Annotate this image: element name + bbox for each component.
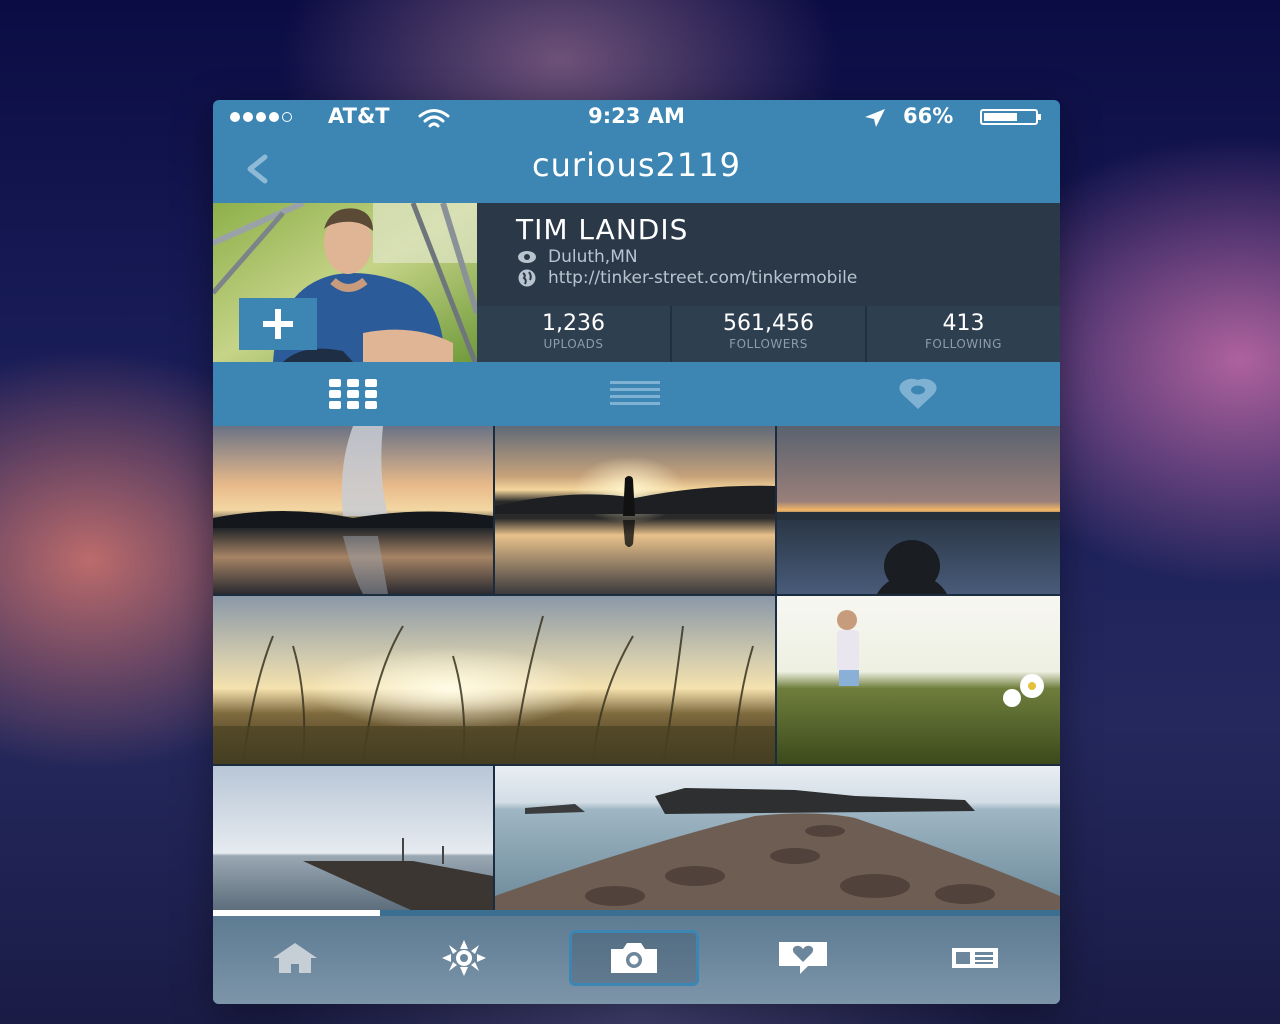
tab-home[interactable] [230, 930, 360, 986]
heart-message-icon [779, 942, 827, 974]
tab-map-view[interactable] [838, 362, 998, 426]
profile-website[interactable]: http://tinker-street.com/tinkermobile [516, 268, 857, 288]
status-bar: AT&T 9:23 AM 66% [213, 100, 1060, 134]
tab-activity[interactable] [738, 930, 868, 986]
followers-count: 561,456 [723, 311, 814, 336]
globe-icon [516, 268, 538, 288]
battery-percent: 66% [903, 104, 954, 128]
page-title: curious2119 [532, 146, 741, 184]
photo-rocky-breakwater[interactable] [495, 766, 1060, 911]
map-pin-icon [899, 378, 937, 409]
tab-explore[interactable] [399, 930, 529, 986]
plus-icon [263, 309, 293, 339]
photo-child-lake-sunset[interactable] [777, 426, 1060, 594]
followers-stat[interactable]: 561,456 FOLLOWERS [670, 306, 865, 362]
photo-pier-calm-water[interactable] [213, 766, 493, 911]
profile-location: Duluth,MN [516, 247, 638, 267]
bottom-tab-bar [213, 916, 1060, 1004]
list-icon [610, 381, 660, 405]
profile-name: TIM LANDIS [516, 213, 689, 246]
grid-icon [329, 379, 377, 409]
view-mode-tabs [213, 362, 1060, 426]
camera-icon [611, 943, 657, 973]
photo-girl-meadow[interactable] [777, 596, 1060, 764]
uploads-stat[interactable]: 1,236 UPLOADS [477, 306, 670, 362]
photo-grid [213, 426, 1060, 914]
tab-profile[interactable] [910, 930, 1040, 986]
photo-grass-sunset[interactable] [213, 596, 775, 764]
tab-camera[interactable] [569, 930, 699, 986]
website-link[interactable]: http://tinker-street.com/tinkermobile [548, 268, 857, 288]
location-pin-icon [516, 250, 538, 264]
photo-person-sunset-lake[interactable] [495, 426, 775, 594]
uploads-count: 1,236 [542, 311, 605, 336]
location-text: Duluth,MN [548, 247, 638, 267]
following-count: 413 [942, 311, 985, 336]
avatar[interactable] [213, 203, 477, 362]
tab-list-view[interactable] [555, 362, 715, 426]
following-stat[interactable]: 413 FOLLOWING [865, 306, 1060, 362]
add-photo-button[interactable] [239, 298, 317, 350]
home-icon [273, 943, 317, 973]
phone-screen: AT&T 9:23 AM 66% curious2119 TIM LANDIS … [213, 100, 1060, 1004]
battery-icon [980, 109, 1038, 125]
tab-grid-view[interactable] [273, 362, 433, 426]
following-label: FOLLOWING [925, 337, 1002, 351]
profile-card-icon [952, 948, 998, 968]
profile-info: TIM LANDIS Duluth,MN http://tinker-stree… [477, 203, 1060, 306]
followers-label: FOLLOWERS [729, 337, 808, 351]
profile-header: TIM LANDIS Duluth,MN http://tinker-stree… [213, 203, 1060, 362]
uploads-label: UPLOADS [543, 337, 604, 351]
location-arrow-icon [863, 108, 887, 132]
photo-geyser-sunset[interactable] [213, 426, 493, 594]
profile-stats: 1,236 UPLOADS 561,456 FOLLOWERS 413 FOLL… [477, 306, 1060, 362]
sun-icon [442, 940, 486, 976]
